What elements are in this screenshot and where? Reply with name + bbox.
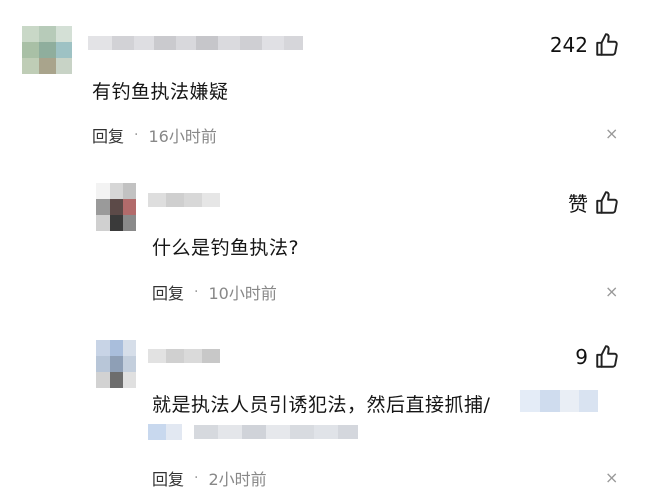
- comment-text: 什么是钓鱼执法?: [152, 237, 300, 259]
- comment-time: 16小时前: [148, 127, 217, 146]
- blurred-text: [148, 422, 358, 442]
- avatar[interactable]: [96, 183, 136, 231]
- username[interactable]: [148, 191, 220, 209]
- like-button[interactable]: 9: [575, 344, 620, 370]
- username[interactable]: [148, 347, 220, 365]
- close-icon[interactable]: ×: [605, 468, 618, 487]
- like-count: 242: [549, 33, 588, 57]
- thumbs-up-icon: [596, 190, 618, 214]
- like-button[interactable]: 赞: [568, 188, 620, 217]
- like-count: 9: [575, 345, 588, 369]
- separator-dot: ·: [134, 127, 139, 143]
- thumbs-up-icon: [596, 33, 618, 56]
- comment-meta: 回复 · 2小时前: [152, 466, 267, 490]
- separator-dot: ·: [194, 470, 199, 486]
- like-button[interactable]: 242: [550, 32, 620, 58]
- avatar[interactable]: [96, 340, 136, 388]
- close-icon[interactable]: ×: [605, 124, 618, 143]
- comment-text: 有钓鱼执法嫌疑: [92, 81, 229, 103]
- comment-time: 2小时前: [208, 470, 267, 489]
- reply-button[interactable]: 回复: [92, 123, 124, 147]
- reply-button[interactable]: 回复: [152, 280, 184, 304]
- separator-dot: ·: [194, 284, 199, 300]
- comment-time: 10小时前: [208, 284, 277, 303]
- like-label: 赞: [568, 192, 588, 216]
- comment-text: 就是执法人员引诱犯法，然后直接抓捕/: [152, 394, 491, 416]
- blurred-text: [520, 388, 598, 414]
- comment-meta: 回复 · 16小时前: [92, 123, 217, 147]
- username[interactable]: [88, 34, 303, 52]
- thumbs-up-icon: [596, 345, 618, 368]
- avatar[interactable]: [22, 26, 72, 74]
- comment-meta: 回复 · 10小时前: [152, 280, 277, 304]
- close-icon[interactable]: ×: [605, 282, 618, 301]
- reply-button[interactable]: 回复: [152, 466, 184, 490]
